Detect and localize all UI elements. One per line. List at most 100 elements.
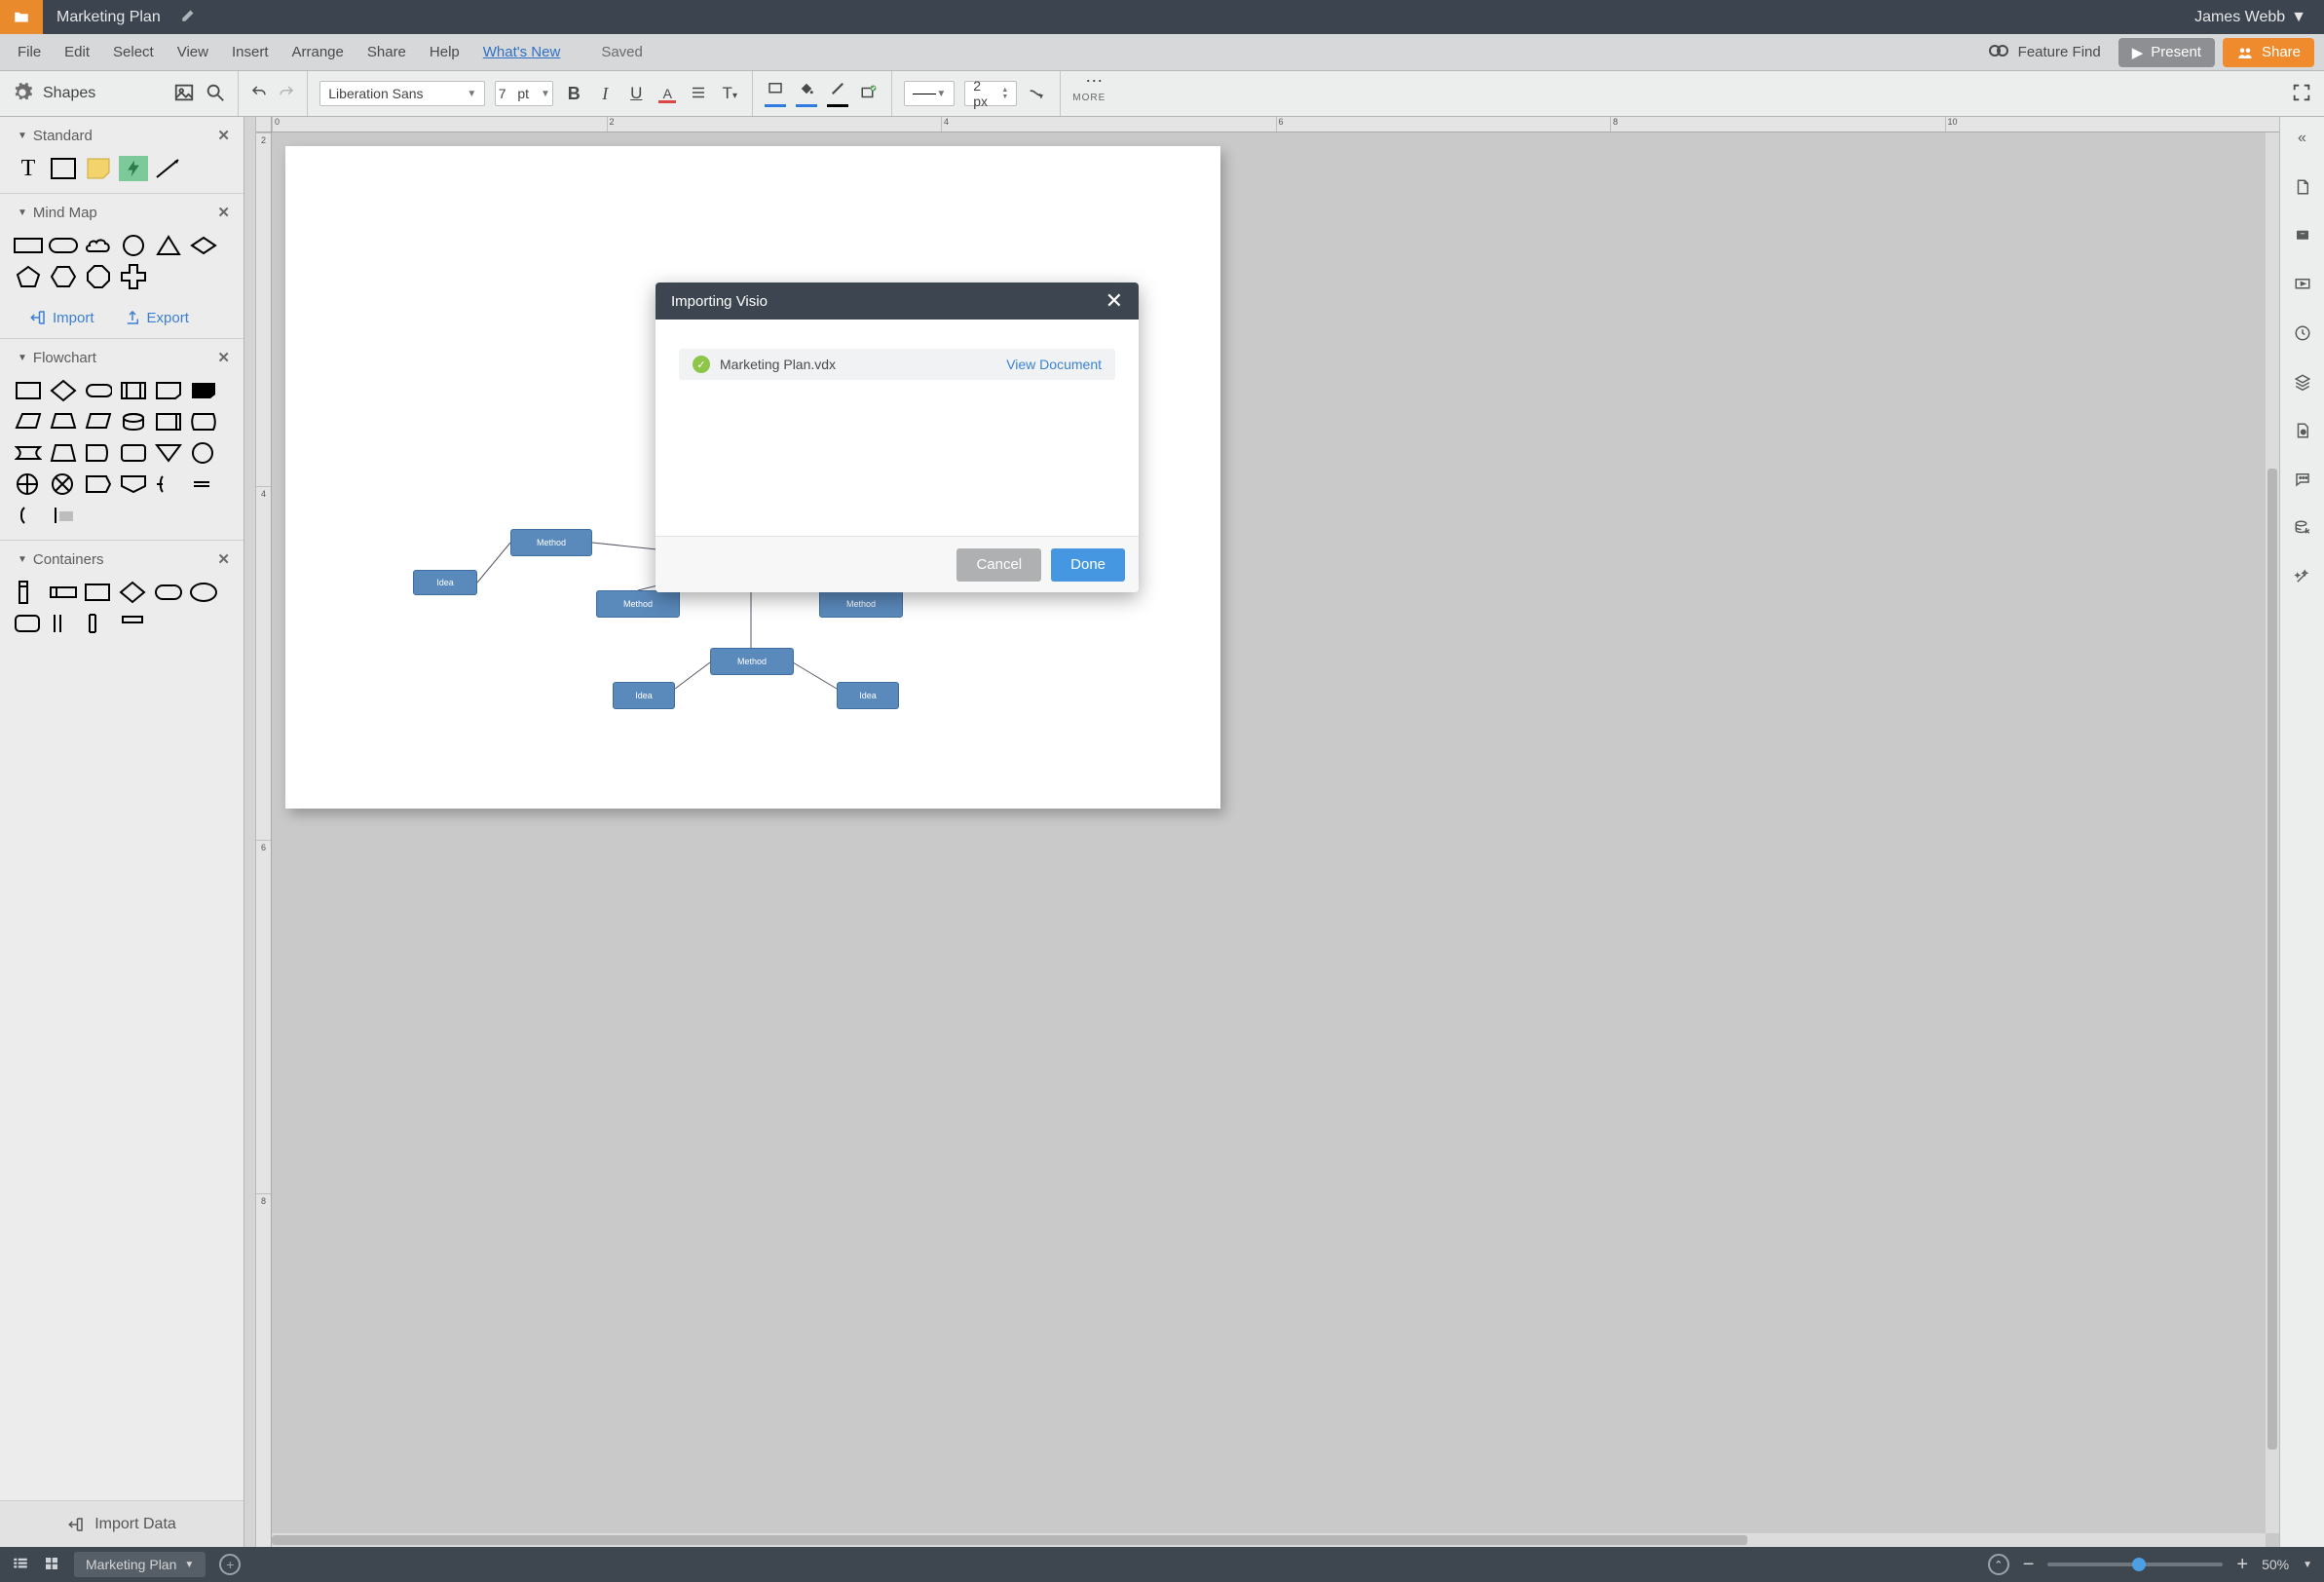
shape[interactable]: [14, 378, 43, 403]
collapse-panel-icon[interactable]: «: [2291, 127, 2314, 150]
text-style-button[interactable]: T▾: [719, 84, 740, 103]
close-icon[interactable]: ✕: [217, 349, 230, 366]
shape[interactable]: [119, 611, 148, 636]
shape[interactable]: [154, 409, 183, 434]
done-button[interactable]: Done: [1051, 548, 1125, 582]
shape-options-button[interactable]: [858, 84, 880, 104]
fullscreen-button[interactable]: [2291, 82, 2312, 106]
gear-icon[interactable]: [12, 82, 33, 106]
shape[interactable]: [84, 580, 113, 605]
shape[interactable]: [49, 503, 78, 528]
fill-bucket-button[interactable]: [796, 80, 817, 107]
shape[interactable]: [14, 233, 43, 258]
shape[interactable]: [119, 580, 148, 605]
document-title[interactable]: Marketing Plan: [43, 9, 174, 26]
close-icon[interactable]: ✕: [217, 204, 230, 221]
text-shape[interactable]: T: [14, 156, 43, 181]
shape[interactable]: [119, 264, 148, 289]
fill-shape-button[interactable]: [765, 80, 786, 107]
shape[interactable]: [49, 233, 78, 258]
shape[interactable]: [84, 440, 113, 466]
chat-icon[interactable]: [2291, 468, 2314, 491]
shape[interactable]: [14, 471, 43, 497]
present-button[interactable]: ▶ Present: [2118, 38, 2215, 67]
menu-arrange[interactable]: Arrange: [281, 44, 356, 60]
rename-icon[interactable]: [174, 6, 204, 28]
shape[interactable]: [119, 440, 148, 466]
add-page-button[interactable]: +: [219, 1554, 241, 1575]
shape[interactable]: [14, 503, 43, 528]
zoom-slider[interactable]: [2047, 1563, 2223, 1566]
note-shape[interactable]: [84, 156, 113, 181]
section-containers[interactable]: ▼ Containers ✕: [0, 541, 244, 574]
grid-view-icon[interactable]: [43, 1555, 60, 1575]
shape[interactable]: [84, 471, 113, 497]
line-shape[interactable]: [154, 156, 183, 181]
shape[interactable]: [14, 580, 43, 605]
block-shape[interactable]: [49, 156, 78, 181]
shape[interactable]: [84, 233, 113, 258]
shape[interactable]: [49, 264, 78, 289]
view-document-link[interactable]: View Document: [1006, 357, 1102, 372]
share-button[interactable]: Share: [2223, 38, 2314, 67]
shape[interactable]: [189, 580, 218, 605]
shape[interactable]: [14, 409, 43, 434]
folder-icon[interactable]: [0, 0, 43, 34]
history-icon[interactable]: [2291, 321, 2314, 345]
panel-resize-handle[interactable]: [244, 117, 256, 1547]
font-select[interactable]: Liberation Sans▼: [319, 81, 485, 106]
line-width-select[interactable]: 2 px ▲▼: [964, 81, 1017, 106]
search-icon[interactable]: [205, 82, 226, 106]
image-icon[interactable]: [173, 82, 195, 106]
comments-icon[interactable]: "": [2291, 224, 2314, 247]
shape[interactable]: [49, 580, 78, 605]
shape[interactable]: [14, 611, 43, 636]
shape[interactable]: [49, 440, 78, 466]
shape[interactable]: [49, 378, 78, 403]
menu-view[interactable]: View: [166, 44, 220, 60]
shape[interactable]: [189, 378, 218, 403]
redo-button[interactable]: [278, 84, 295, 104]
close-icon[interactable]: ✕: [217, 127, 230, 144]
bold-button[interactable]: B: [563, 84, 584, 104]
page-tab[interactable]: Marketing Plan ▼: [74, 1552, 206, 1577]
italic-button[interactable]: I: [594, 84, 616, 104]
shape[interactable]: [154, 233, 183, 258]
export-button[interactable]: Export: [124, 309, 189, 326]
shape[interactable]: [49, 409, 78, 434]
undo-button[interactable]: [250, 84, 268, 104]
whats-new-link[interactable]: What's New: [471, 44, 573, 60]
shape[interactable]: [84, 378, 113, 403]
list-view-icon[interactable]: [12, 1555, 29, 1575]
shape[interactable]: [119, 471, 148, 497]
line-color-button[interactable]: [827, 80, 848, 107]
shape[interactable]: [189, 471, 218, 497]
menu-select[interactable]: Select: [101, 44, 166, 60]
menu-share[interactable]: Share: [356, 44, 418, 60]
zoom-value[interactable]: 50%: [2262, 1557, 2289, 1572]
close-icon[interactable]: ✕: [217, 550, 230, 568]
shape[interactable]: [189, 440, 218, 466]
scroll-top-button[interactable]: ⌃: [1988, 1554, 2009, 1575]
menu-insert[interactable]: Insert: [220, 44, 281, 60]
shape[interactable]: [189, 409, 218, 434]
shape[interactable]: [119, 233, 148, 258]
data-icon[interactable]: [2291, 516, 2314, 540]
more-icon[interactable]: ⋯: [1085, 71, 1105, 92]
menu-file[interactable]: File: [6, 44, 53, 60]
shape[interactable]: [119, 409, 148, 434]
shape[interactable]: [189, 233, 218, 258]
layers-icon[interactable]: [2291, 370, 2314, 394]
shape[interactable]: [49, 611, 78, 636]
shape[interactable]: [154, 471, 183, 497]
text-color-button[interactable]: A: [656, 86, 678, 101]
underline-button[interactable]: U: [625, 84, 647, 103]
connector-button[interactable]: [1027, 84, 1048, 104]
shape[interactable]: [84, 611, 113, 636]
shape[interactable]: [49, 471, 78, 497]
shape[interactable]: [14, 440, 43, 466]
zoom-out-button[interactable]: −: [2023, 1554, 2035, 1576]
import-button[interactable]: Import: [29, 309, 94, 326]
hotspot-shape[interactable]: [119, 156, 148, 181]
shape[interactable]: [84, 409, 113, 434]
